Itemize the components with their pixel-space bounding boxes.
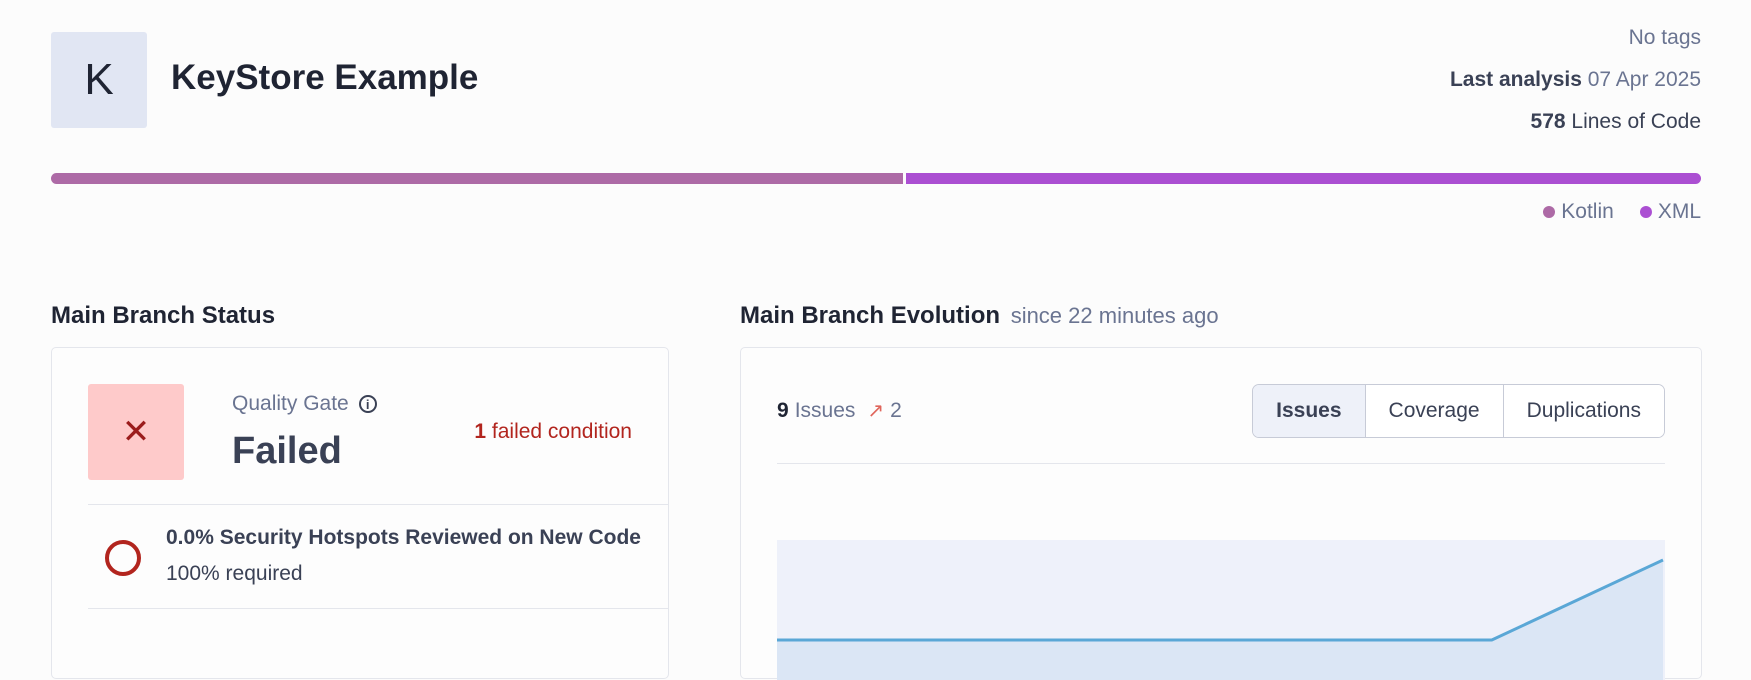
project-tags: No tags (1628, 26, 1701, 49)
close-icon: ✕ (121, 413, 151, 451)
divider (88, 608, 668, 609)
loc-label: Lines of Code (1571, 110, 1701, 133)
branch-status-title: Main Branch Status (51, 302, 276, 329)
quality-gate-panel: ✕ Quality Gate i Failed 1 failed conditi… (51, 347, 669, 679)
arrow-up-right-icon: ↗ (867, 400, 885, 422)
issues-label: Issues (794, 398, 856, 422)
issues-summary: 9 Issues ↗ 2 (777, 398, 902, 423)
language-legend: Kotlin XML (1543, 200, 1701, 224)
divider (777, 463, 1665, 464)
divider (88, 504, 668, 505)
language-bar-kotlin[interactable] (51, 173, 903, 184)
trend-value: 2 (890, 398, 902, 422)
issues-evolution-chart (777, 540, 1665, 680)
quality-gate-failed-box: ✕ (88, 384, 184, 480)
circle-icon (105, 540, 141, 576)
failed-conditions-link[interactable]: 1 failed condition (474, 420, 632, 444)
legend-label-kotlin: Kotlin (1561, 200, 1614, 223)
legend-item-kotlin: Kotlin (1543, 200, 1614, 224)
failed-label: failed condition (491, 420, 632, 443)
issues-count: 9 (777, 398, 789, 422)
avatar-letter: K (84, 55, 114, 104)
evolution-panel: 9 Issues ↗ 2 Issues Coverage Duplication… (740, 347, 1702, 680)
legend-dot-kotlin (1543, 206, 1556, 218)
metric-tabs: Issues Coverage Duplications (1252, 384, 1665, 438)
branch-evolution-title: Main Branch Evolution since 22 minutes a… (740, 302, 1219, 330)
loc-value: 578 (1530, 110, 1566, 133)
info-icon[interactable]: i (358, 395, 377, 413)
tab-duplications[interactable]: Duplications (1502, 385, 1664, 437)
legend-label-xml: XML (1657, 200, 1701, 223)
last-analysis: Last analysis 07 Apr 2025 (1450, 68, 1701, 92)
tab-issues[interactable]: Issues (1253, 385, 1365, 437)
last-analysis-label: Last analysis (1449, 68, 1582, 91)
project-avatar: K (51, 32, 147, 128)
last-analysis-date: 07 Apr 2025 (1587, 68, 1701, 91)
quality-gate-label-text: Quality Gate (232, 392, 349, 415)
language-bar-xml[interactable] (906, 173, 1701, 184)
tab-coverage[interactable]: Coverage (1364, 385, 1503, 437)
legend-dot-xml (1639, 206, 1652, 218)
condition-requirement: 100% required (166, 562, 303, 585)
quality-gate-status: Failed (232, 430, 342, 472)
failed-count: 1 (474, 420, 487, 443)
project-title: KeyStore Example (171, 58, 479, 97)
evolution-since: since 22 minutes ago (1010, 303, 1219, 328)
legend-item-xml: XML (1639, 200, 1701, 224)
condition-title-link[interactable]: 0.0% Security Hotspots Reviewed on New C… (166, 526, 650, 550)
evolution-title-text: Main Branch Evolution (740, 302, 1001, 329)
lines-of-code: 578 Lines of Code (1531, 110, 1701, 134)
quality-gate-label: Quality Gate i (232, 392, 377, 416)
